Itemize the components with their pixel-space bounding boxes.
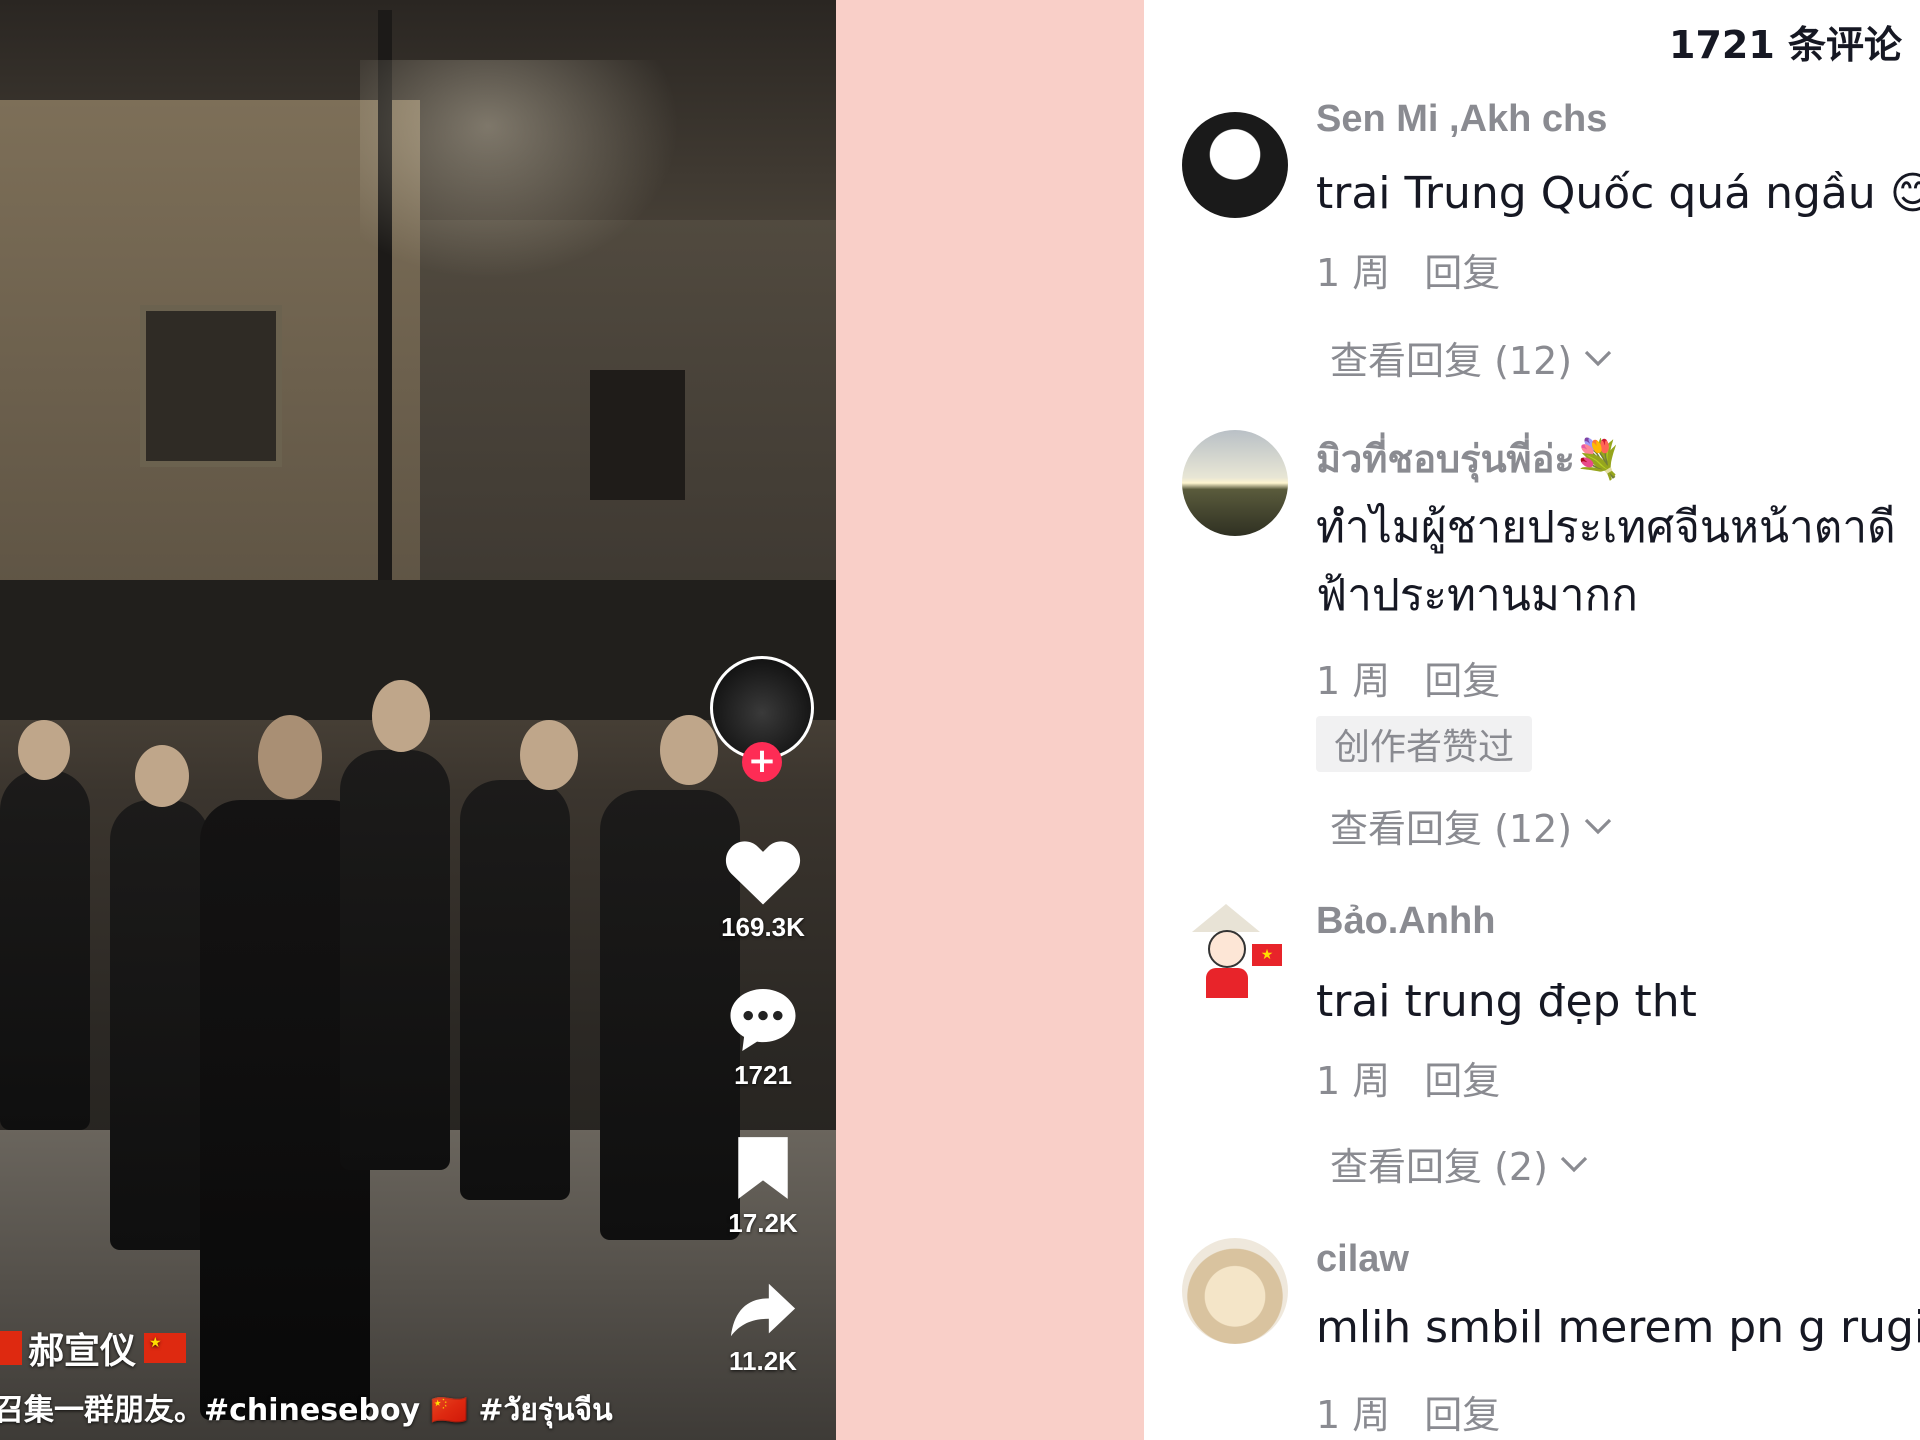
person-head (18, 720, 70, 780)
chevron-down-icon (1584, 818, 1612, 834)
person-head (660, 715, 718, 785)
reply-button[interactable]: 回复 (1424, 251, 1500, 295)
comment-username[interactable]: cilaw (1316, 1238, 1409, 1281)
save-count: 17.2K (728, 1208, 798, 1238)
person (460, 780, 570, 1200)
person-head (372, 680, 430, 752)
heart-icon (725, 841, 801, 905)
person (0, 770, 90, 1130)
comment-meta: 1 周回复 (1316, 1384, 1534, 1439)
china-flag-icon: ★ (144, 1333, 187, 1363)
comment-time: 1 周 (1316, 1393, 1391, 1437)
comment-item: ★ Bảo.Anhh trai trung đẹp tht 1 周回复 查看回复… (1144, 900, 1920, 1200)
comment-time: 1 周 (1316, 251, 1391, 295)
comment-button[interactable]: 1721 (706, 986, 820, 1091)
comment-text: ทำไมผู้ชายประเทศจีนหน้าตาดี (1316, 502, 1896, 553)
avatar-face (1208, 930, 1246, 968)
share-button[interactable]: 11.2K (706, 1280, 820, 1377)
comment-icon (730, 988, 796, 1052)
person (110, 800, 210, 1250)
follow-plus-icon[interactable]: + (742, 742, 782, 782)
view-replies-button[interactable]: 查看回复 (12) (1330, 330, 1612, 385)
video-caption: 召集一群朋友。#chineseboy 🇨🇳 #วัยรุ่นจีน (0, 1393, 613, 1428)
chevron-down-icon (1584, 350, 1612, 366)
comment-username[interactable]: มิวที่ชอบรุ่นพี่อ่ะ💐 (1316, 428, 1622, 489)
person-head (520, 720, 578, 790)
building-window (140, 305, 282, 467)
avatar-shirt (1206, 968, 1248, 998)
reply-button[interactable]: 回复 (1424, 1059, 1500, 1103)
conical-hat (1192, 904, 1260, 932)
comment-meta: 1 周回复 (1316, 242, 1534, 297)
comment-username[interactable]: Sen Mi ,Akh chs (1316, 98, 1607, 141)
person (340, 750, 450, 1170)
video-username[interactable]: 郝宣仪 ★ (0, 1322, 187, 1374)
comment-text-line-2: ฟ้าประทานมากก (1316, 570, 1638, 621)
comment-meta: 1 周回复 (1316, 650, 1534, 705)
share-count: 11.2K (729, 1346, 797, 1376)
comment-count: 1721 (734, 1060, 792, 1090)
reply-button[interactable]: 回复 (1424, 1393, 1500, 1437)
china-flag-icon (0, 1331, 22, 1365)
comment-item: cilaw mlih smbil merem pn g rugi😂 1 周回复 (1144, 1238, 1920, 1440)
share-icon (730, 1283, 796, 1337)
comments-count-title: 1721 条评论 (1669, 23, 1902, 67)
comment-text: trai Trung Quốc quá ngầu 😊 (1316, 168, 1920, 219)
save-button[interactable]: 17.2K (706, 1134, 820, 1239)
comment-time: 1 周 (1316, 1059, 1391, 1103)
street-light-glow (360, 60, 680, 280)
building-window-2 (590, 370, 685, 500)
comment-text: mlih smbil merem pn g rugi😂 (1316, 1302, 1920, 1353)
like-count: 169.3K (721, 912, 805, 942)
like-button[interactable]: 169.3K (706, 838, 820, 943)
reply-button[interactable]: 回复 (1424, 659, 1500, 703)
view-replies-button[interactable]: 查看回复 (12) (1330, 798, 1612, 853)
person-head (258, 715, 322, 799)
chevron-down-icon (1560, 1156, 1588, 1172)
creator-liked-badge: 创作者赞过 (1316, 716, 1533, 772)
bookmark-icon (738, 1137, 788, 1199)
video-player[interactable]: + 169.3K 1721 17.2K 11.2K 郝宣仪 ★ 召集一群朋友。#… (0, 0, 836, 1440)
comment-time: 1 周 (1316, 659, 1391, 703)
avatar[interactable] (1182, 1238, 1288, 1344)
comments-panel: 1721 条评论 Sen Mi ,Akh chs trai Trung Quốc… (1144, 0, 1920, 1440)
person-head (135, 745, 189, 807)
avatar[interactable] (1182, 430, 1288, 536)
comment-item: มิวที่ชอบรุ่นพี่อ่ะ💐 ทำไมผู้ชายประเทศจีน… (1144, 428, 1920, 858)
comment-username[interactable]: Bảo.Anhh (1316, 900, 1495, 943)
comment-text: trai trung đẹp tht (1316, 976, 1697, 1027)
comment-meta: 1 周回复 (1316, 1050, 1534, 1105)
avatar[interactable] (1182, 112, 1288, 218)
avatar[interactable]: ★ (1182, 900, 1288, 1006)
comment-item: Sen Mi ,Akh chs trai Trung Quốc quá ngầu… (1144, 96, 1920, 396)
vietnam-flag-icon: ★ (1252, 944, 1282, 966)
view-replies-button[interactable]: 查看回复 (2) (1330, 1136, 1588, 1191)
